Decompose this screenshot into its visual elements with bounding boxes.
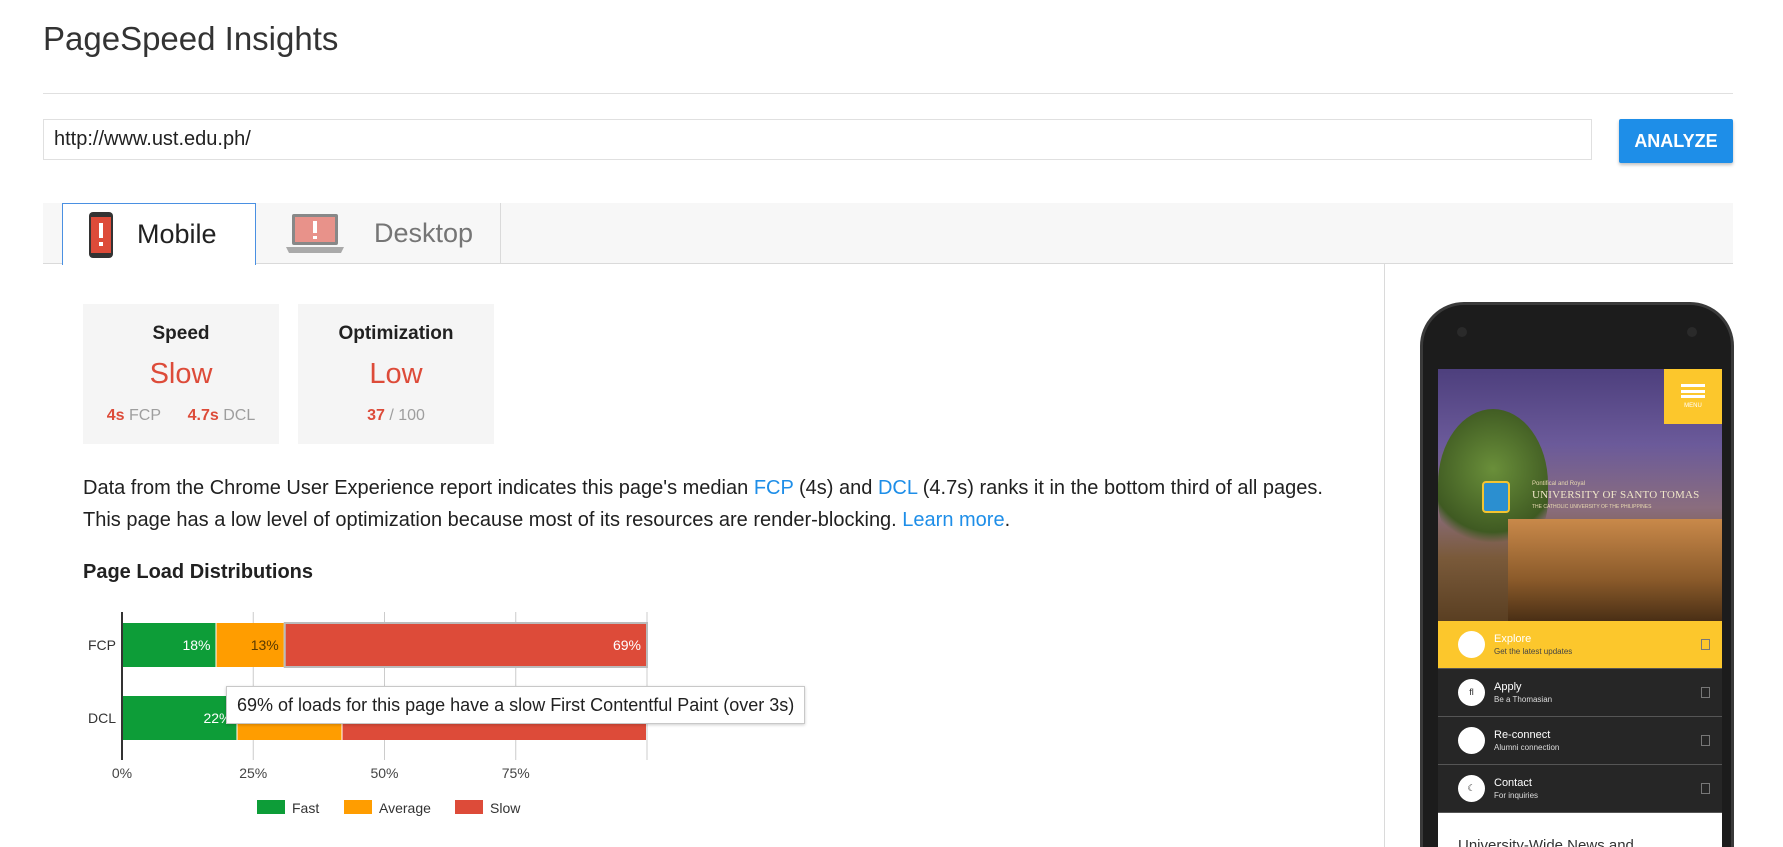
phone-menu-row: fl Apply Be a Thomasian <box>1438 669 1722 717</box>
speed-metrics: 4s FCP 4.7s DCL <box>83 407 279 425</box>
phone-preview: Pontifical and Royal UNIVERSITY OF SANTO… <box>1420 302 1734 847</box>
hamburger-icon <box>1681 384 1705 398</box>
tab-mobile-label: Mobile <box>137 219 217 249</box>
chart-tick-label: 25% <box>239 765 267 781</box>
chart-data-label: 18% <box>182 637 210 653</box>
chart-data-label: 69% <box>613 637 641 653</box>
reconnect-icon <box>1458 727 1485 754</box>
tab-desktop-label: Desktop <box>374 218 474 248</box>
chart-category-label: FCP <box>88 637 116 653</box>
row-subtitle: Alumni connection <box>1494 743 1560 752</box>
phone-menu-row: Re-connect Alumni connection <box>1438 717 1722 765</box>
phone-menu-row: ☾ Contact For inquiries <box>1438 765 1722 813</box>
chart-tick-label: 0% <box>112 765 132 781</box>
optimization-value: Low <box>369 358 423 390</box>
phone-menu-row: Explore Get the latest updates <box>1438 621 1722 669</box>
chart-category-label: DCL <box>88 710 116 726</box>
news-section: University-Wide News and <box>1438 813 1722 847</box>
row-subtitle: Get the latest updates <box>1494 647 1573 656</box>
summary-text-part: (4.7s) ranks it in the bottom third of a… <box>917 477 1323 499</box>
speed-card: Speed Slow 4s FCP 4.7s DCL <box>83 304 279 444</box>
phone-sensor <box>1687 327 1697 337</box>
legend-swatch-fast <box>257 800 285 814</box>
fcp-value: 4s <box>106 407 125 424</box>
row-arrow-icon <box>1701 639 1710 650</box>
mobile-warning-icon <box>89 211 113 258</box>
speed-value: Slow <box>149 358 213 390</box>
row-title: Re-connect <box>1494 729 1551 741</box>
analyze-button[interactable]: ANALYZE <box>1619 119 1733 163</box>
tab-desktop[interactable]: Desktop <box>256 203 501 264</box>
dcl-link[interactable]: DCL <box>878 477 917 499</box>
summary-text-part: This page has a low level of optimizatio… <box>83 509 903 531</box>
phone-screen: Pontifical and Royal UNIVERSITY OF SANTO… <box>1438 369 1722 847</box>
optimization-score-value: 37 <box>367 407 385 424</box>
fcp-link[interactable]: FCP <box>754 477 794 499</box>
university-crest-icon <box>1482 481 1510 513</box>
optimization-card: Optimization Low 37 / 100 <box>298 304 494 444</box>
legend-label: Fast <box>292 800 319 816</box>
explore-icon <box>1458 631 1485 658</box>
chart-tooltip: 69% of loads for this page have a slow F… <box>226 686 806 724</box>
row-arrow-icon <box>1701 687 1710 698</box>
hero-small-text: Pontifical and Royal <box>1532 481 1586 487</box>
row-title: Contact <box>1494 777 1532 789</box>
hamburger-menu-button: MENU <box>1664 369 1722 424</box>
contact-icon: ☾ <box>1458 775 1485 802</box>
title-divider <box>43 93 1733 94</box>
desktop-warning-icon <box>286 213 344 253</box>
chart-bar-slow-fcp <box>284 623 646 667</box>
learn-more-link[interactable]: Learn more <box>902 509 1004 531</box>
row-subtitle: Be a Thomasian <box>1494 695 1553 704</box>
legend-swatch-slow <box>455 800 483 814</box>
row-arrow-icon <box>1701 735 1710 746</box>
legend-label: Average <box>379 800 431 816</box>
chart-tick-label: 75% <box>502 765 530 781</box>
row-subtitle: For inquiries <box>1494 791 1539 800</box>
hero-image: Pontifical and Royal UNIVERSITY OF SANTO… <box>1438 369 1722 621</box>
hero-building <box>1508 519 1722 621</box>
summary-text-part: Data from the Chrome User Experience rep… <box>83 477 754 499</box>
row-title: Apply <box>1494 681 1522 693</box>
optimization-score-suffix: / 100 <box>389 407 425 424</box>
hero-subtitle: THE CATHOLIC UNIVERSITY OF THE PHILIPPIN… <box>1532 504 1652 510</box>
device-tab-bar: Mobile Desktop <box>43 203 1733 265</box>
phone-camera <box>1457 327 1467 337</box>
summary-text: Data from the Chrome User Experience rep… <box>83 472 1363 536</box>
chart-tick-label: 50% <box>370 765 398 781</box>
hero-title: UNIVERSITY OF SANTO TOMAS <box>1532 489 1700 501</box>
url-input[interactable] <box>43 119 1592 160</box>
speed-title: Speed <box>152 323 210 344</box>
dcl-value: 4.7s <box>187 407 219 424</box>
summary-period: . <box>1004 509 1011 531</box>
legend-label: Slow <box>490 800 521 816</box>
panel-divider <box>1384 264 1385 847</box>
optimization-title: Optimization <box>338 323 454 344</box>
row-arrow-icon <box>1701 783 1710 794</box>
optimization-score: 37 / 100 <box>298 407 494 425</box>
chart-data-label: 13% <box>251 637 279 653</box>
fcp-label: FCP <box>129 407 161 424</box>
apply-icon: fl <box>1458 679 1485 706</box>
menu-label: MENU <box>1684 403 1702 409</box>
tab-mobile[interactable]: Mobile <box>62 203 256 265</box>
legend-swatch-average <box>344 800 372 814</box>
distributions-title: Page Load Distributions <box>83 561 314 583</box>
page-title: PageSpeed Insights <box>43 20 339 57</box>
news-heading: University-Wide News and <box>1458 837 1634 847</box>
dcl-label: DCL <box>223 407 256 424</box>
row-title: Explore <box>1494 633 1532 645</box>
summary-text-part: (4s) and <box>793 477 878 499</box>
